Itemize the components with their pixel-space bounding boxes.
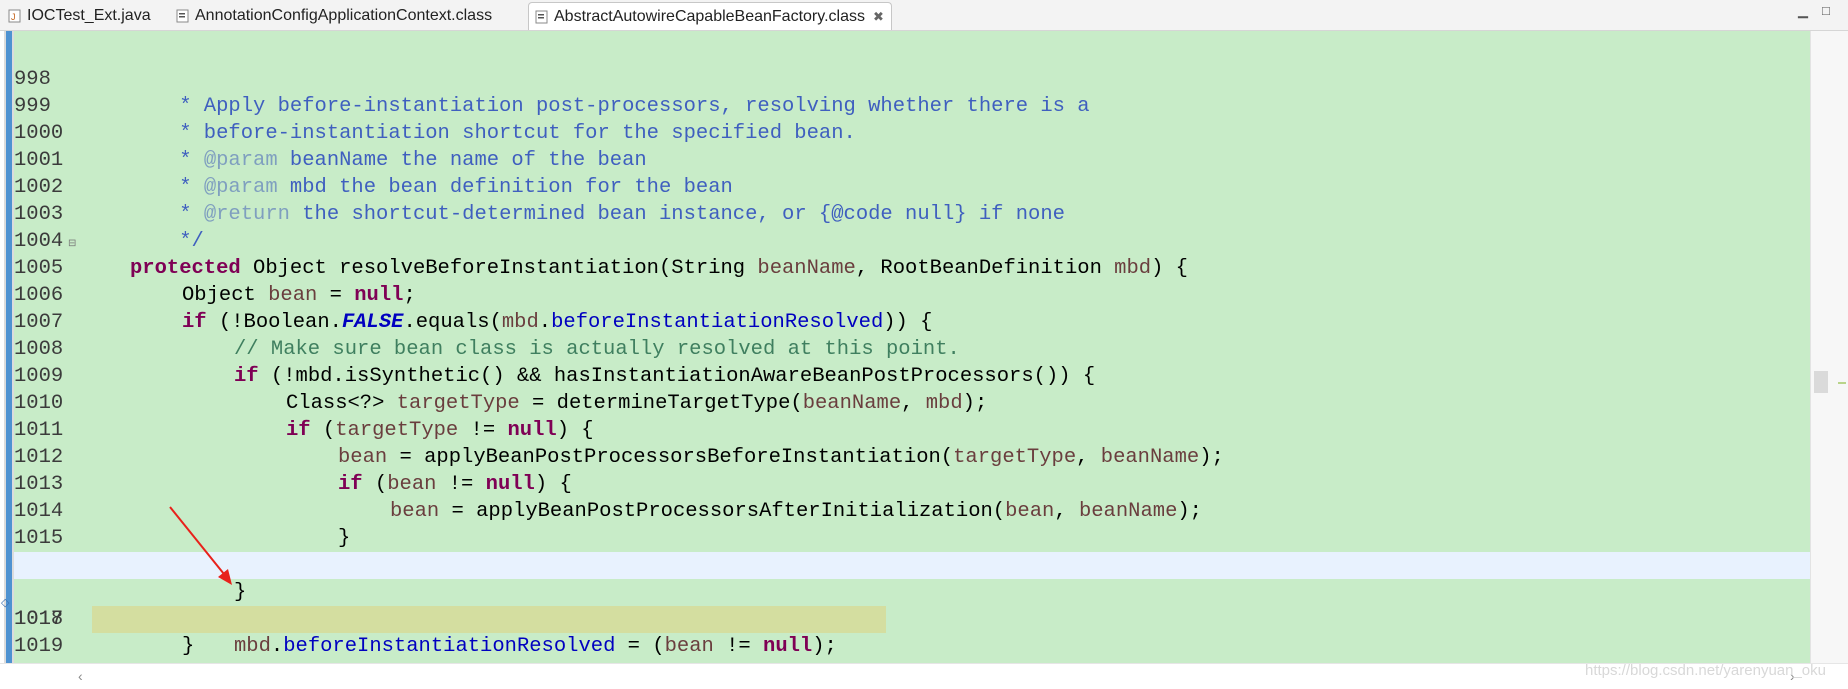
tab-abstract-autowire-capable-bean-factory[interactable]: AbstractAutowireCapableBeanFactory.class… [528,2,892,30]
current-code-line: 1017 mbd.beforeInstantiationResolved = (… [14,552,1810,658]
code-line: 1009 Class<?> targetType = determineTarg… [14,336,1810,415]
class-file-icon [176,9,189,23]
code-line: 1010 if (targetType != null) { [14,363,1810,442]
class-file-icon [535,10,548,23]
editor-tab-bar: J IOCTest_Ext.java AnnotationConfigAppli… [0,0,1848,31]
code-line: 1003 */ [14,174,1810,253]
tab-label: IOCTest_Ext.java [27,7,151,24]
code-line: 1019 return bean; [14,606,1810,663]
code-line: 999 * before-instantiation shortcut for … [14,66,1810,145]
code-line: 1000 * @param beanName the name of the b… [14,93,1810,172]
code-line: 1018 } [14,579,1810,658]
code-line: 1005 Object bean = null; [14,228,1810,307]
code-line: 1013 bean = applyBeanPostProcessorsAfter… [14,444,1810,523]
tab-label: AbstractAutowireCapableBeanFactory.class [554,7,865,25]
tab-annotation-config-application-context[interactable]: AnnotationConfigApplicationContext.class [170,2,526,30]
code-line: 1006 if (!Boolean.FALSE.equals(mbd.befor… [14,255,1810,334]
code-line: 1007 // Make sure bean class is actually… [14,282,1810,361]
code-line: 1016 } [14,525,1810,604]
scroll-left-icon[interactable]: ‹ [78,668,83,684]
tab-label: AnnotationConfigApplicationContext.class [195,7,493,24]
change-indicator [6,31,12,663]
overview-ruler-mark[interactable] [1838,382,1846,384]
code-line: 1002 * @return the shortcut-determined b… [14,147,1810,226]
vertical-scrollbar[interactable] [1810,31,1848,663]
svg-text:J: J [11,12,16,22]
close-icon[interactable]: ✖ [873,9,884,25]
overview-ruler-left [4,31,14,663]
code-editor[interactable]: ⊟ ◇ 998 * Apply before-instantiation pos… [0,31,1848,663]
java-file-icon: J [8,9,21,23]
tab-ioctest-ext[interactable]: J IOCTest_Ext.java [2,2,170,30]
red-arrow-annotation [169,506,232,585]
code-line: 1011 bean = applyBeanPostProcessorsBefor… [14,390,1810,469]
code-line: 1001 * @param mbd the bean definition fo… [14,120,1810,199]
code-line: 1012 if (bean != null) { [14,417,1810,496]
current-line-marker-icon: ◇ [1,597,10,609]
code-line: 998 * Apply before-instantiation post-pr… [14,39,1810,118]
watermark: https://blog.csdn.net/yarenyuan_oku [1585,662,1826,679]
code-line: 1008 if (!mbd.isSynthetic() && hasInstan… [14,309,1810,388]
minimize-icon[interactable]: ▁ [1798,3,1808,19]
code-line: 1014 } [14,471,1810,550]
horizontal-scrollbar[interactable]: ‹ › [0,663,1848,689]
code-line: 1015 } [14,498,1810,577]
scrollbar-thumb[interactable] [1814,371,1828,393]
code-line: 1020 } [14,633,1810,663]
code-line: 1004 protected Object resolveBeforeInsta… [14,201,1810,280]
maximize-icon[interactable]: □ [1822,3,1830,18]
